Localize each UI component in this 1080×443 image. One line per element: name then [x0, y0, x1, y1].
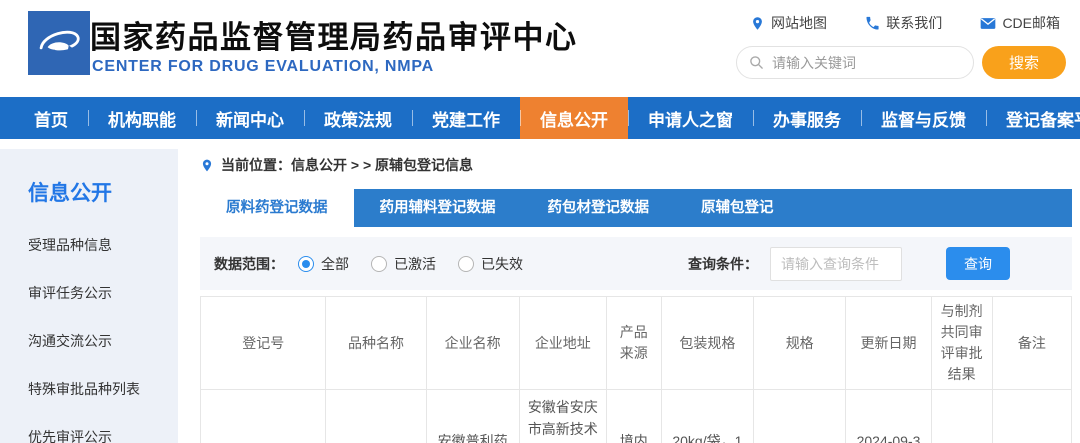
- cell-company-name: 安徽普利药业有限公司: [425, 389, 520, 443]
- header-company-name: 企业名称: [425, 296, 520, 390]
- main-nav: 首页 机构职能 新闻中心 政策法规 党建工作 信息公开 申请人之窗 办事服务 监…: [0, 97, 1080, 139]
- radio-option-activated[interactable]: 已激活: [371, 254, 436, 274]
- cde-logo-swirl-icon: [39, 30, 80, 51]
- cell-joint-review-result: A: [930, 389, 993, 443]
- cell-company-address: 安徽省安庆市高新技术产业开发区霓虹路58号: [518, 389, 607, 443]
- tab-apief-registration[interactable]: 原辅包登记: [675, 189, 800, 227]
- nav-item-services[interactable]: 办事服务: [753, 97, 861, 139]
- registration-table: 登记号 品种名称 企业名称 企业地址 产品来源 包装规格 规格 更新日期 与制剂…: [199, 296, 1073, 443]
- search-box[interactable]: [736, 46, 974, 79]
- search-button[interactable]: 搜索: [982, 46, 1066, 79]
- radio-expired-icon[interactable]: [458, 255, 474, 272]
- query-button[interactable]: 查询: [946, 247, 1010, 280]
- header-spec: 规格: [753, 296, 847, 390]
- cell-variety-name: 钆特醇: [325, 389, 427, 443]
- nav-item-info-disclosure[interactable]: 信息公开: [520, 97, 628, 139]
- query-condition-label: 查询条件：: [688, 255, 758, 272]
- radio-all-icon[interactable]: [298, 255, 314, 272]
- nav-item-functions[interactable]: 机构职能: [88, 97, 196, 139]
- header-update-date: 更新日期: [845, 296, 932, 390]
- nav-item-applicant-window[interactable]: 申请人之窗: [628, 97, 753, 139]
- sitemap-link[interactable]: 网站地图: [750, 13, 827, 33]
- radio-activated-label: 已激活: [394, 255, 436, 272]
- nav-item-registration-platform[interactable]: 登记备案平台: [986, 97, 1080, 139]
- data-tabs: 原料药登记数据 药用辅料登记数据 药包材登记数据 原辅包登记: [200, 189, 1072, 227]
- sidebar-item-review-tasks[interactable]: 审评任务公示: [28, 269, 178, 317]
- tab-packaging-registration[interactable]: 药包材登记数据: [522, 189, 676, 227]
- table-header-row: 登记号 品种名称 企业名称 企业地址 产品来源 包装规格 规格 更新日期 与制剂…: [199, 296, 1073, 390]
- main-area: 信息公开 受理品种信息 审评任务公示 沟通交流公示 特殊审批品种列表 优先审评公…: [0, 149, 1080, 443]
- mailbox-label: CDE邮箱: [1002, 15, 1060, 31]
- location-pin-icon: [753, 16, 762, 30]
- query-condition-input[interactable]: [770, 246, 902, 281]
- search-input[interactable]: [772, 54, 961, 71]
- search-area: 搜索: [736, 46, 1066, 79]
- breadcrumb-text: 当前位置：信息公开 > > 原辅包登记信息: [221, 157, 474, 173]
- content-area: 当前位置：信息公开 > > 原辅包登记信息 原料药登记数据 药用辅料登记数据 药…: [199, 149, 1073, 443]
- table-row: Y20230000321 钆特醇 安徽普利药业有限公司 安徽省安庆市高新技术产业…: [199, 389, 1073, 443]
- contact-link[interactable]: 联系我们: [865, 13, 942, 33]
- radio-option-all[interactable]: 全部: [298, 254, 349, 274]
- nav-item-policies[interactable]: 政策法规: [304, 97, 412, 139]
- sidebar-item-communication[interactable]: 沟通交流公示: [28, 317, 178, 365]
- sidebar: 信息公开 受理品种信息 审评任务公示 沟通交流公示 特殊审批品种列表 优先审评公…: [0, 149, 178, 443]
- radio-activated-icon[interactable]: [371, 255, 387, 272]
- scope-label: 数据范围：: [214, 255, 284, 272]
- sidebar-item-priority-review[interactable]: 优先审评公示: [28, 413, 178, 443]
- header-registration-no: 登记号: [199, 296, 327, 390]
- header-product-source: 产品来源: [605, 296, 662, 390]
- header-company-address: 企业地址: [518, 296, 607, 390]
- nav-item-supervision[interactable]: 监督与反馈: [861, 97, 986, 139]
- radio-expired-label: 已失效: [481, 255, 523, 272]
- radio-all-label: 全部: [321, 255, 349, 272]
- breadcrumb: 当前位置：信息公开 > > 原辅包登记信息: [200, 149, 1072, 189]
- sitemap-label: 网站地图: [771, 15, 827, 31]
- scope-radio-group: 全部 已激活 已失效: [298, 254, 523, 274]
- mail-icon: [981, 17, 996, 29]
- tab-excipient-registration[interactable]: 药用辅料登记数据: [354, 189, 522, 227]
- header-joint-review-result: 与制剂共同审评审批结果: [930, 296, 993, 390]
- header-packaging-spec: 包装规格: [660, 296, 755, 390]
- site-subtitle: CENTER FOR DRUG EVALUATION, NMPA: [92, 58, 435, 75]
- cell-remarks: [991, 389, 1073, 443]
- nav-item-home[interactable]: 首页: [14, 97, 88, 139]
- cell-packaging-spec: 20kg/袋，1袋/桶: [660, 389, 755, 443]
- cell-registration-no: Y20230000321: [199, 389, 327, 443]
- search-icon: [750, 56, 763, 69]
- cde-logo: [28, 11, 90, 75]
- site-header: 国家药品监督管理局药品审评中心 CENTER FOR DRUG EVALUATI…: [0, 0, 1080, 97]
- top-links: 网站地图 联系我们 CDE邮箱: [736, 13, 1066, 33]
- cell-spec: [753, 389, 847, 443]
- site-title: 国家药品监督管理局药品审评中心: [90, 20, 578, 55]
- header-variety-name: 品种名称: [325, 296, 427, 390]
- sidebar-title: 信息公开: [28, 182, 112, 205]
- nav-item-news[interactable]: 新闻中心: [196, 97, 304, 139]
- header-remarks: 备注: [991, 296, 1073, 390]
- radio-option-expired[interactable]: 已失效: [458, 254, 523, 274]
- nav-item-party[interactable]: 党建工作: [412, 97, 520, 139]
- filter-bar: 数据范围： 全部 已激活 已失效 查询条件： 查询: [200, 237, 1072, 290]
- tab-api-registration[interactable]: 原料药登记数据: [200, 189, 354, 227]
- mailbox-link[interactable]: CDE邮箱: [980, 13, 1060, 33]
- cell-product-source: 境内生产: [605, 389, 662, 443]
- breadcrumb-pin-icon: [202, 159, 212, 171]
- phone-icon: [866, 16, 879, 29]
- sidebar-item-accepted-varieties[interactable]: 受理品种信息: [28, 221, 178, 269]
- sidebar-item-special-approval[interactable]: 特殊审批品种列表: [28, 365, 178, 413]
- contact-label: 联系我们: [886, 15, 943, 31]
- header-right: 网站地图 联系我们 CDE邮箱 请输入关键词 搜索: [736, 13, 1066, 79]
- cell-update-date: 2024-09-30: [845, 389, 932, 443]
